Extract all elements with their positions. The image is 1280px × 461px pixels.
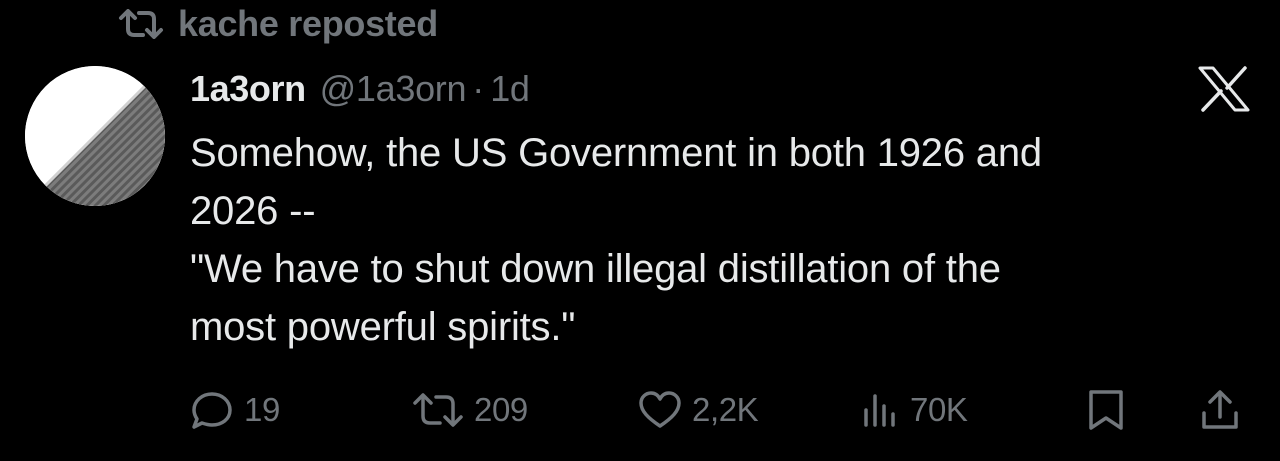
- tweet-line: 2026 --: [190, 189, 316, 233]
- separator-dot: ·: [472, 68, 485, 109]
- author-handle[interactable]: @1a3orn: [320, 68, 467, 110]
- avatar[interactable]: [25, 66, 165, 206]
- share-button[interactable]: [1200, 386, 1240, 434]
- views-count: 70K: [910, 391, 968, 428]
- tweet-line: "We have to shut down illegal distillati…: [190, 247, 1001, 291]
- views-button[interactable]: 70K: [860, 386, 968, 434]
- like-icon: [639, 391, 681, 428]
- repost-count: 209: [474, 391, 528, 428]
- tweet-actions: 19 209 2,2K 70K: [190, 386, 1250, 434]
- x-logo-icon: [1198, 66, 1250, 112]
- bookmark-icon: [1089, 390, 1123, 430]
- like-button[interactable]: 2,2K: [638, 386, 759, 434]
- like-count: 2,2K: [692, 391, 759, 428]
- repost-icon: [413, 393, 463, 427]
- reply-icon: [192, 392, 232, 429]
- reply-button[interactable]: 19: [190, 386, 280, 434]
- tweet-line: Somehow, the US Government in both 1926 …: [190, 131, 1042, 175]
- share-icon: [1202, 390, 1238, 429]
- timestamp[interactable]: 1d: [490, 68, 530, 110]
- tweet-line: most powerful spirits.": [190, 305, 576, 349]
- views-icon: [864, 394, 895, 427]
- bookmark-button[interactable]: [1086, 386, 1126, 434]
- repost-context[interactable]: kache reposted: [118, 2, 438, 46]
- repost-label: kache reposted: [178, 3, 438, 44]
- reply-count: 19: [244, 391, 280, 428]
- author-name[interactable]: 1a3orn: [190, 68, 306, 110]
- repost-icon: [119, 9, 163, 39]
- tweet-header: 1a3orn @1a3orn · 1d: [190, 64, 530, 114]
- tweet-text: Somehow, the US Government in both 1926 …: [190, 124, 1210, 356]
- repost-button[interactable]: 209: [412, 386, 528, 434]
